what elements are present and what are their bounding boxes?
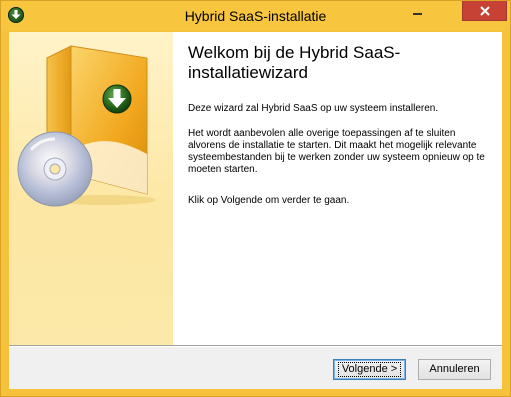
intro-text: Deze wizard zal Hybrid SaaS op uw systee…	[188, 103, 439, 114]
close-button[interactable]	[462, 1, 507, 21]
dialog-client-area: Welkom bij de Hybrid SaaS-installatiewiz…	[9, 32, 502, 389]
wizard-content: Welkom bij de Hybrid SaaS-installatiewiz…	[173, 32, 502, 345]
installer-window: Hybrid SaaS-installatie Welkom bij de Hy…	[0, 0, 511, 397]
close-icon	[480, 6, 490, 16]
cancel-button[interactable]: Annuleren	[418, 359, 491, 380]
wizard-banner	[9, 32, 173, 345]
next-button[interactable]: Volgende >	[333, 359, 406, 380]
welcome-heading: Welkom bij de Hybrid SaaS-installatiewiz…	[188, 43, 401, 82]
title-bar[interactable]: Hybrid SaaS-installatie	[1, 1, 510, 31]
footer-separator	[9, 345, 502, 347]
installer-box-cd-icon	[17, 45, 156, 207]
next-button-label: Volgende >	[337, 362, 402, 377]
window-title: Hybrid SaaS-installatie	[184, 8, 327, 24]
minimize-button[interactable]	[404, 1, 430, 21]
continue-instruction-text: Klik op Volgende om verder te gaan.	[188, 195, 350, 206]
recommendation-text: Het wordt aanbevolen alle overige toepas…	[188, 128, 485, 175]
